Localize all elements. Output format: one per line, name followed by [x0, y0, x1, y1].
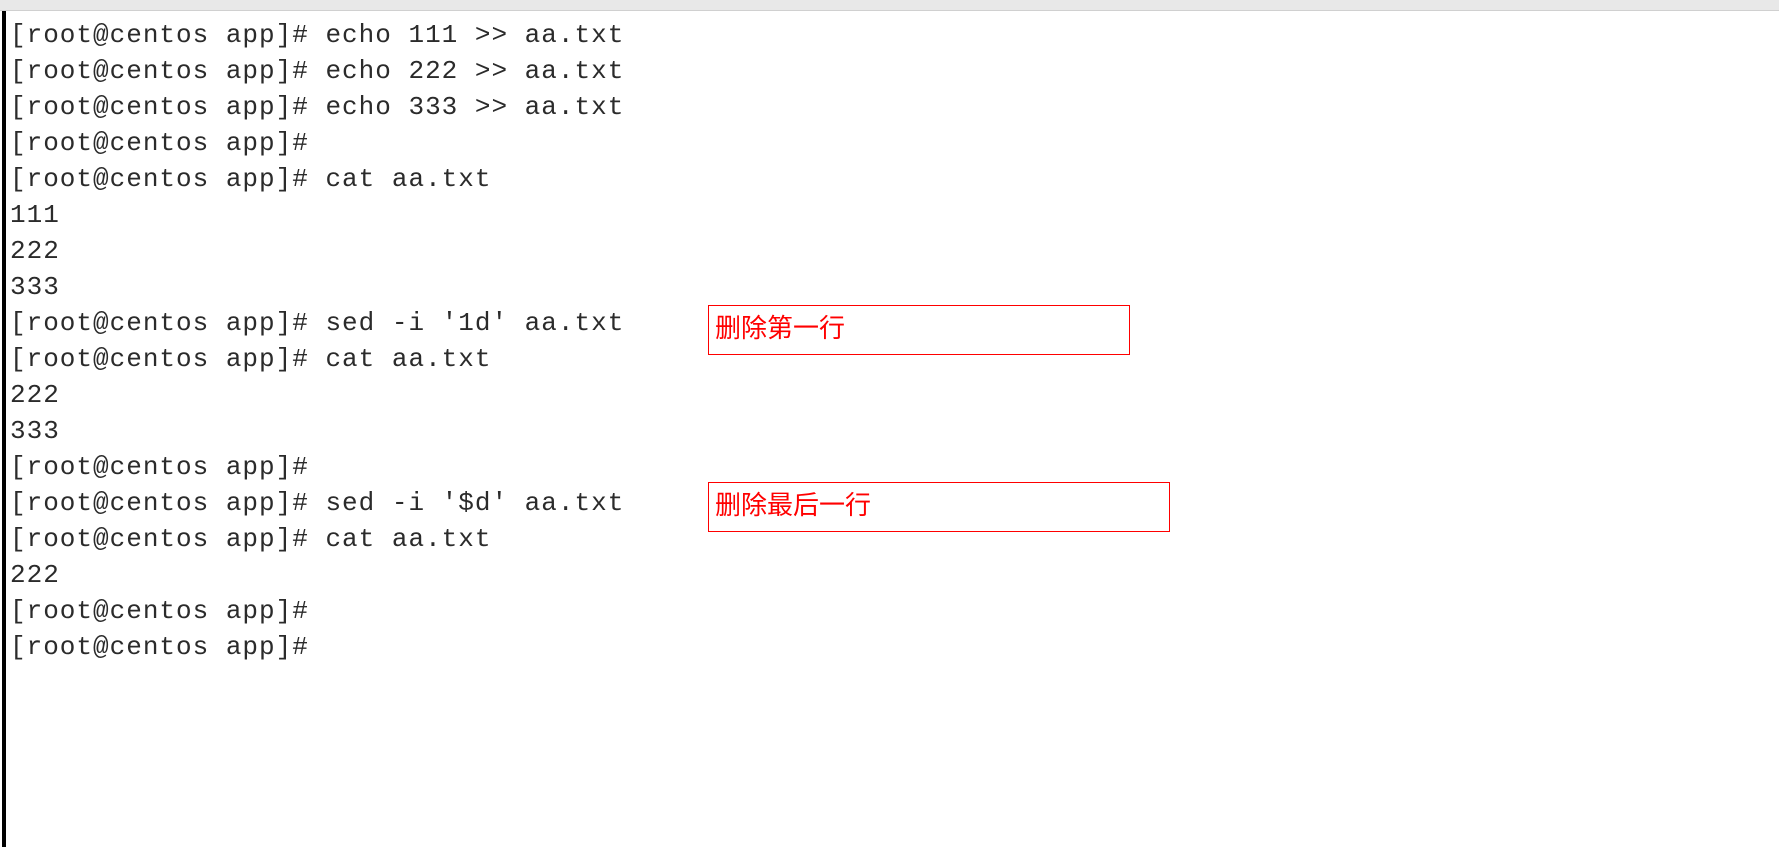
terminal-line: [root@centos app]# [10, 593, 1779, 629]
terminal-line: 333 [10, 269, 1779, 305]
terminal-line: [root@centos app]# echo 111 >> aa.txt [10, 17, 1779, 53]
terminal-area[interactable]: [root@centos app]# echo 111 >> aa.txt [r… [2, 11, 1779, 847]
terminal-line: [root@centos app]# [10, 449, 1779, 485]
terminal-line: [root@centos app]# echo 333 >> aa.txt [10, 89, 1779, 125]
terminal-line: [root@centos app]# cat aa.txt [10, 161, 1779, 197]
terminal-line: 222 [10, 557, 1779, 593]
window-top-strip [0, 0, 1779, 11]
terminal-line: 111 [10, 197, 1779, 233]
terminal-line: [root@centos app]# [10, 125, 1779, 161]
terminal-line: 333 [10, 413, 1779, 449]
terminal-line: [root@centos app]# [10, 629, 1779, 665]
terminal-line: 222 [10, 233, 1779, 269]
annotation-delete-last-line: 删除最后一行 [708, 482, 1170, 532]
annotation-delete-first-line: 删除第一行 [708, 305, 1130, 355]
terminal-line: 222 [10, 377, 1779, 413]
terminal-line: [root@centos app]# echo 222 >> aa.txt [10, 53, 1779, 89]
